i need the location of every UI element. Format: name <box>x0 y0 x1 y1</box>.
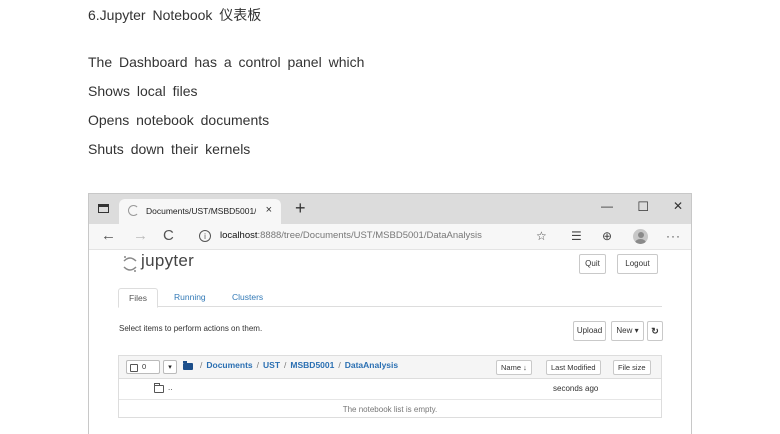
sort-by-size-button[interactable]: File size <box>613 360 651 375</box>
breadcrumb-separator: / <box>200 360 203 370</box>
more-options-icon[interactable]: ··· <box>666 229 681 243</box>
text-line: Opens notebook documents <box>88 112 270 128</box>
maximize-button[interactable]: ☐ <box>637 199 649 215</box>
breadcrumb-dataanalysis[interactable]: DataAnalysis <box>345 360 398 370</box>
browser-tab[interactable]: Documents/UST/MSBD5001/Dat × <box>119 199 281 224</box>
title-bar: Documents/UST/MSBD5001/Dat × + — ☐ ✕ <box>89 194 691 224</box>
jupyter-logo-icon <box>123 256 137 272</box>
quit-button[interactable]: Quit <box>579 254 606 274</box>
breadcrumb-msbd5001[interactable]: MSBD5001 <box>290 360 334 370</box>
sort-by-modified-button[interactable]: Last Modified <box>546 360 601 375</box>
favorite-icon[interactable]: ☆ <box>536 229 547 243</box>
close-tab-icon[interactable]: × <box>266 204 272 216</box>
profile-avatar[interactable] <box>633 229 648 244</box>
text-line: Shuts down their kernels <box>88 141 251 157</box>
reload-button[interactable]: C <box>163 227 174 244</box>
text-line: The Dashboard has a control panel which <box>88 54 365 70</box>
select-dropdown-button[interactable]: ▾ <box>163 360 177 374</box>
logout-button[interactable]: Logout <box>617 254 658 274</box>
parent-directory-link[interactable]: .. <box>168 383 172 392</box>
forward-button[interactable]: → <box>133 227 148 244</box>
folder-icon[interactable] <box>183 361 193 370</box>
tab-clusters[interactable]: Clusters <box>222 288 273 308</box>
back-button[interactable]: ← <box>101 227 116 244</box>
tab-title: Documents/UST/MSBD5001/Dat <box>146 206 256 216</box>
extensions-icon[interactable]: ⊕ <box>602 229 612 243</box>
jupyter-dashboard: jupyter Quit Logout Files Running Cluste… <box>89 250 691 434</box>
window-menu-icon[interactable] <box>98 204 109 213</box>
new-dropdown-button[interactable]: New ▾ <box>611 321 644 341</box>
empty-list-message: The notebook list is empty. <box>342 405 438 414</box>
new-tab-button[interactable]: + <box>295 198 306 219</box>
sort-by-name-button[interactable]: Name ↓ <box>496 360 532 375</box>
loading-spinner-icon <box>128 205 139 216</box>
dashboard-tabs: Files Running Clusters <box>118 288 662 308</box>
breadcrumb-separator: / <box>284 360 287 370</box>
close-window-button[interactable]: ✕ <box>673 199 683 213</box>
minimize-button[interactable]: — <box>601 199 613 213</box>
text-line: Shows local files <box>88 83 198 99</box>
browser-window: Documents/UST/MSBD5001/Dat × + — ☐ ✕ ← →… <box>88 193 692 434</box>
breadcrumb-separator: / <box>256 360 260 370</box>
jupyter-logo-text: jupyter <box>141 251 195 270</box>
list-item[interactable]: .. seconds ago <box>119 379 661 400</box>
file-list: 0 ▾ / Documents / UST / MSBD5001/DataAnalysis… <box>118 355 662 418</box>
last-modified-value: seconds ago <box>553 384 599 393</box>
breadcrumb: / Documents / UST / MSBD5001/DataAnalysis <box>196 360 398 370</box>
folder-outline-icon <box>154 383 164 393</box>
upload-button[interactable]: Upload <box>573 321 606 341</box>
breadcrumb-separator: / <box>338 360 341 370</box>
file-list-header: 0 ▾ / Documents / UST / MSBD5001/DataAnalysis… <box>119 356 661 379</box>
section-heading: 6.Jupyter Notebook 仪表板 <box>88 7 262 23</box>
url-field[interactable]: localhost:8888/tree/Documents/UST/MSBD50… <box>220 230 482 241</box>
select-all-control[interactable]: 0 <box>126 360 160 374</box>
selected-count: 0 <box>142 362 147 371</box>
url-path: :8888/tree/Documents/UST/MSBD5001/DataAn… <box>257 230 482 241</box>
select-hint: Select items to perform actions on them. <box>119 324 263 333</box>
site-info-icon[interactable]: i <box>199 230 211 242</box>
tab-running[interactable]: Running <box>164 288 216 308</box>
url-host: localhost <box>220 230 258 241</box>
breadcrumb-documents[interactable]: Documents <box>206 360 252 370</box>
address-bar-row: ← → C i localhost:8888/tree/Documents/US… <box>89 224 691 250</box>
tab-files[interactable]: Files <box>118 288 158 308</box>
select-all-checkbox[interactable] <box>130 363 138 372</box>
breadcrumb-ust[interactable]: UST <box>263 360 280 370</box>
collections-icon[interactable]: ☰ <box>571 229 582 243</box>
refresh-button[interactable]: ↻ <box>647 321 663 341</box>
